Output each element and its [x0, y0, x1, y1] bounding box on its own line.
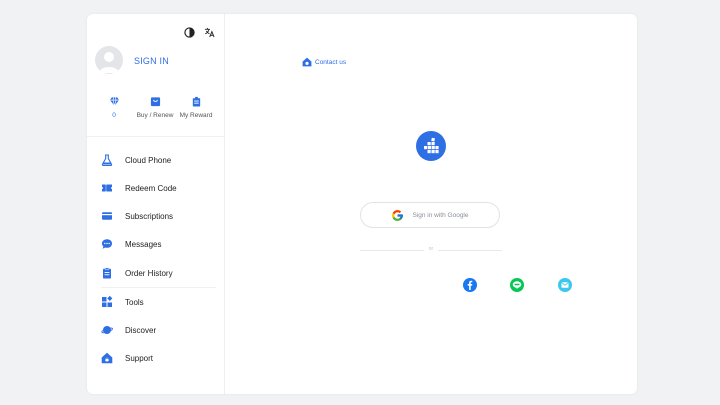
gift-icon — [192, 96, 200, 107]
or-divider-right — [438, 250, 502, 251]
line-icon[interactable] — [510, 278, 524, 292]
sidebar-item-redeem-code[interactable]: Redeem Code — [101, 177, 221, 199]
theme-toggle-icon[interactable] — [184, 27, 195, 38]
google-signin-label: Sign in with Google — [412, 211, 469, 219]
sidebar-item-messages[interactable]: Messages — [101, 233, 221, 255]
clipboard-icon — [103, 267, 111, 279]
app-card: SIGN IN 0 Buy / Renew My Reward Cloud Ph… — [87, 14, 637, 394]
diamond-icon — [109, 97, 119, 107]
avatar[interactable] — [95, 46, 123, 74]
home-support-icon — [302, 57, 312, 67]
sidebar-item-cloud-phone[interactable]: Cloud Phone — [101, 149, 221, 171]
sidebar-item-label: Tools — [125, 297, 144, 307]
google-signin-button[interactable]: Sign in with Google — [360, 202, 500, 228]
sidebar-item-label: Order History — [125, 268, 173, 278]
sidebar: SIGN IN 0 Buy / Renew My Reward Cloud Ph… — [87, 14, 225, 394]
my-reward-button[interactable]: My Reward — [171, 96, 221, 119]
sidebar-divider — [101, 287, 216, 288]
chat-icon — [102, 239, 112, 249]
facebook-icon[interactable] — [463, 278, 477, 292]
grid-icon — [102, 296, 113, 307]
or-divider: or — [360, 246, 502, 252]
card-icon — [102, 212, 112, 220]
sidebar-item-label: Messages — [125, 239, 162, 249]
sidebar-item-support[interactable]: Support — [101, 347, 221, 369]
avatar-user-icon — [99, 52, 119, 73]
ticket-icon — [102, 184, 112, 192]
sidebar-item-label: Cloud Phone — [125, 155, 172, 165]
planet-icon — [101, 326, 113, 334]
sign-in-link[interactable]: SIGN IN — [134, 56, 169, 66]
sidebar-item-discover[interactable]: Discover — [101, 319, 221, 341]
my-reward-label: My Reward — [179, 112, 213, 119]
app-logo-icon — [416, 131, 446, 161]
contact-us-label: Contact us — [315, 58, 347, 66]
or-divider-left — [360, 250, 424, 251]
sidebar-item-label: Redeem Code — [125, 183, 177, 193]
sidebar-top-icons — [184, 27, 215, 38]
google-icon — [392, 209, 404, 221]
contact-us-link[interactable]: Contact us — [302, 57, 346, 67]
sidebar-item-label: Discover — [125, 325, 157, 335]
main-panel: Contact us Sign in with Google or — [225, 14, 637, 394]
translate-icon[interactable] — [204, 27, 215, 38]
flask-icon — [101, 154, 113, 166]
sidebar-item-subscriptions[interactable]: Subscriptions — [101, 205, 221, 227]
shop-icon — [150, 97, 160, 107]
sidebar-item-label: Support — [125, 353, 154, 363]
or-label: or — [428, 246, 434, 252]
sidebar-item-order-history[interactable]: Order History — [101, 262, 221, 284]
home-support-icon — [101, 352, 113, 364]
sidebar-divider — [87, 136, 224, 137]
sidebar-item-tools[interactable]: Tools — [101, 291, 221, 313]
email-icon[interactable] — [558, 278, 572, 292]
sidebar-item-label: Subscriptions — [125, 211, 174, 221]
